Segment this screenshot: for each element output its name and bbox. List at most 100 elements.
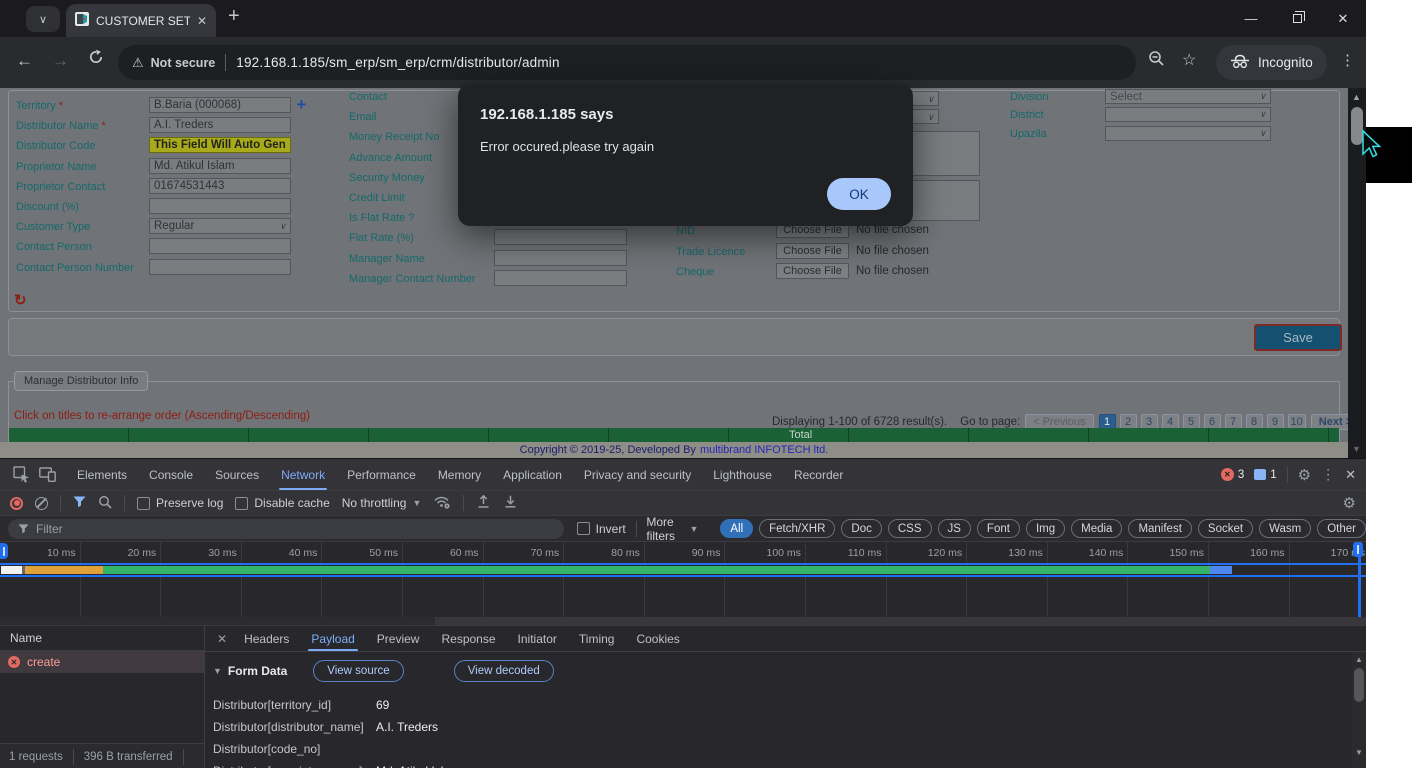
devtools-tab[interactable]: Lighthouse <box>702 459 783 490</box>
devtools-tab[interactable]: Privacy and security <box>573 459 702 490</box>
bookmark-star-icon[interactable]: ☆ <box>1182 50 1196 70</box>
timeline-scroll-track[interactable] <box>0 617 1366 625</box>
detail-tab[interactable]: Initiator <box>507 626 568 651</box>
detail-tab[interactable]: Response <box>430 626 506 651</box>
more-filters-dropdown[interactable]: More filters ▼ <box>646 515 698 543</box>
devtools-tab[interactable]: Performance <box>336 459 427 490</box>
inspect-element-icon[interactable] <box>8 462 34 488</box>
timeline-drag-handle-left[interactable] <box>0 543 8 559</box>
view-decoded-button[interactable]: View decoded <box>454 660 554 682</box>
ok-button[interactable]: OK <box>827 178 891 210</box>
disable-cache-checkbox[interactable] <box>235 497 248 510</box>
scroll-down-icon[interactable]: ▼ <box>1352 444 1361 454</box>
throttling-dropdown[interactable]: No throttling ▼ <box>342 496 422 510</box>
devtools-close-icon[interactable]: ✕ <box>1345 467 1356 483</box>
back-button[interactable]: ← <box>16 51 33 71</box>
details-scrollbar[interactable]: ▲ ▼ <box>1352 652 1366 768</box>
record-network-log-icon[interactable] <box>10 497 23 510</box>
request-type-pill[interactable]: Doc <box>841 519 881 538</box>
detail-tab[interactable]: Payload <box>300 626 365 651</box>
import-har-icon[interactable] <box>476 494 491 512</box>
disable-cache-option[interactable]: Disable cache <box>235 496 329 510</box>
field-select[interactable]: ∨ <box>1105 107 1271 122</box>
devtools-menu-icon[interactable]: ⋮ <box>1321 466 1335 483</box>
preserve-log-checkbox[interactable] <box>137 497 150 510</box>
refresh-icon[interactable]: ↻ <box>14 291 27 309</box>
developer-link[interactable]: multibrand INFOTECH ltd. <box>700 444 828 456</box>
request-row[interactable]: ✕ create <box>0 651 204 673</box>
export-har-icon[interactable] <box>503 494 518 512</box>
zoom-out-icon[interactable] <box>1148 50 1165 72</box>
scroll-up-icon[interactable]: ▲ <box>1355 655 1363 664</box>
network-conditions-icon[interactable] <box>433 494 451 512</box>
choose-file-button[interactable]: Choose File <box>776 243 849 259</box>
filter-toggle-icon[interactable] <box>73 496 86 511</box>
detail-tab[interactable]: Timing <box>568 626 626 651</box>
devtools-tab[interactable]: Sources <box>204 459 270 490</box>
field-input[interactable] <box>494 250 627 266</box>
request-type-pill[interactable]: Font <box>977 519 1020 538</box>
devtools-settings-icon[interactable]: ⚙ <box>1298 466 1311 484</box>
add-territory-icon[interactable]: + <box>296 95 306 115</box>
request-type-pill[interactable]: Socket <box>1198 519 1253 538</box>
view-source-button[interactable]: View source <box>313 660 403 682</box>
choose-file-button[interactable]: Choose File <box>776 263 849 279</box>
console-message-badge[interactable]: 1 <box>1254 469 1276 481</box>
request-type-pill[interactable]: All <box>720 519 753 538</box>
request-name[interactable]: create <box>27 655 60 669</box>
field-input[interactable]: Regular∨ <box>149 218 291 234</box>
devtools-tab[interactable]: Recorder <box>783 459 854 490</box>
tab-close-icon[interactable]: ✕ <box>197 14 207 28</box>
forward-button[interactable]: → <box>52 51 69 71</box>
devtools-tab[interactable]: Elements <box>66 459 138 490</box>
new-tab-button[interactable]: + <box>228 5 240 28</box>
request-type-pill[interactable]: JS <box>938 519 971 538</box>
field-input[interactable]: Md. Atikul Islam∨ <box>149 158 291 174</box>
restore-button[interactable] <box>1274 0 1320 37</box>
address-bar[interactable]: ⚠ Not secure 192.168.1.185/sm_erp/sm_erp… <box>118 45 1136 80</box>
network-settings-icon[interactable]: ⚙ <box>1343 494 1356 512</box>
detail-tab[interactable]: Cookies <box>625 626 690 651</box>
request-type-pill[interactable]: Wasm <box>1259 519 1311 538</box>
save-button[interactable]: Save <box>1254 324 1342 351</box>
url-text[interactable]: 192.168.1.185/sm_erp/sm_erp/crm/distribu… <box>236 55 559 70</box>
field-input[interactable]: This Field Will Auto Gen∨ <box>149 137 291 153</box>
request-type-pill[interactable]: Other <box>1317 519 1366 538</box>
request-waterfall-bar[interactable] <box>1 566 1232 574</box>
request-type-pill[interactable]: Manifest <box>1128 519 1191 538</box>
device-toolbar-icon[interactable] <box>34 462 60 488</box>
preserve-log-option[interactable]: Preserve log <box>137 496 223 510</box>
field-select[interactable]: ∨ <box>1105 126 1271 141</box>
field-input[interactable] <box>494 270 627 286</box>
not-secure-label[interactable]: Not secure <box>151 56 216 70</box>
invert-option[interactable]: Invert <box>577 522 626 536</box>
request-type-pill[interactable]: CSS <box>888 519 932 538</box>
field-input[interactable]: ∨ <box>149 238 291 254</box>
scroll-up-icon[interactable]: ▲ <box>1352 92 1361 102</box>
request-type-pill[interactable]: Img <box>1026 519 1065 538</box>
table-header-row[interactable]: Total <box>9 428 1339 442</box>
request-type-pill[interactable]: Media <box>1071 519 1122 538</box>
name-column-header[interactable]: Name <box>0 626 204 651</box>
field-input[interactable]: 01674531443∨ <box>149 178 291 194</box>
minimize-button[interactable]: — <box>1228 0 1274 37</box>
filter-input[interactable]: Filter <box>8 519 564 539</box>
devtools-tab[interactable]: Console <box>138 459 204 490</box>
browser-menu-icon[interactable]: ⋮ <box>1340 51 1355 69</box>
field-input[interactable] <box>494 229 627 245</box>
request-type-pill[interactable]: Fetch/XHR <box>759 519 835 538</box>
close-button[interactable]: ✕ <box>1320 0 1366 37</box>
form-data-section[interactable]: ▼ Form Data <box>213 664 287 678</box>
invert-checkbox[interactable] <box>577 522 590 535</box>
network-overview-timeline[interactable]: 10 ms20 ms30 ms40 ms50 ms60 ms70 ms80 ms… <box>0 542 1366 626</box>
field-select[interactable]: Select∨ <box>1105 89 1271 104</box>
timeline-drag-handle-right[interactable] <box>1353 542 1363 557</box>
detail-tab[interactable]: Headers <box>233 626 300 651</box>
detail-tab[interactable]: Preview <box>366 626 431 651</box>
scroll-down-icon[interactable]: ▼ <box>1355 748 1363 757</box>
field-input[interactable]: B.Baria (000068)∨ <box>149 97 291 113</box>
field-input[interactable]: ∨ <box>149 259 291 275</box>
browser-tab[interactable]: CUSTOMER SETUP ✕ <box>66 4 216 37</box>
reload-button[interactable] <box>88 49 104 70</box>
error-count-badge[interactable]: ✕ 3 <box>1221 468 1244 481</box>
